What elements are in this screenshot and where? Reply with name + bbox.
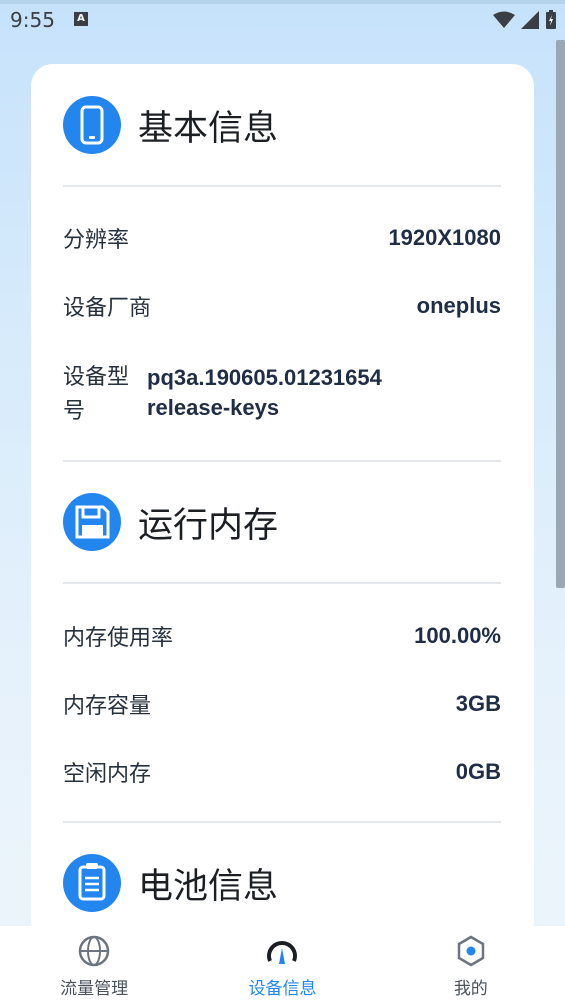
section-battery-header: 电池信息: [63, 854, 278, 912]
manufacturer-row: 设备厂商 oneplus: [63, 290, 501, 322]
manufacturer-value: oneplus: [416, 293, 501, 318]
resolution-row: 分辨率 1920X1080: [63, 222, 501, 254]
section-title: 电池信息: [138, 866, 279, 907]
memory-usage-row: 内存使用率 100.00%: [63, 620, 501, 652]
nav-label-mine: 我的: [453, 979, 488, 999]
divider: [63, 185, 501, 187]
memory-free-value: 0GB: [455, 759, 501, 784]
memory-icon: [63, 493, 121, 551]
divider: [63, 582, 501, 584]
section-memory-header: 运行内存: [63, 493, 278, 551]
model-label: 设备型号: [63, 365, 130, 424]
status-icons: [493, 10, 557, 30]
resolution-value: 1920X1080: [388, 225, 501, 250]
settings-icon: [457, 935, 485, 967]
battery-icon: [546, 10, 556, 29]
nav-item-mine[interactable]: 我的: [377, 926, 565, 1004]
manufacturer-label: 设备厂商: [63, 296, 152, 321]
cell-signal-icon: [521, 11, 539, 29]
globe-icon: [78, 935, 110, 967]
memory-capacity-label: 内存容量: [63, 694, 152, 719]
section-basic-info-header: 基本信息: [63, 96, 278, 154]
section-title: 基本信息: [138, 108, 279, 149]
model-value: pq3a.190605.01231654 release-keys: [147, 365, 382, 420]
divider: [63, 821, 501, 823]
resolution-label: 分辨率: [63, 228, 130, 253]
status-time: 9:55: [10, 8, 55, 32]
device-info-card: 基本信息 分辨率 1920X1080 设备厂商 oneplus 设备型号 pq3…: [31, 64, 534, 944]
status-bar: 9:55 A: [0, 4, 565, 34]
nav-item-device-info[interactable]: 设备信息: [188, 926, 376, 1004]
bottom-nav: 流量管理 设备信息 我的: [0, 926, 565, 1004]
memory-capacity-value: 3GB: [455, 691, 501, 716]
memory-free-label: 空闲内存: [63, 762, 152, 787]
nav-label-device-info: 设备信息: [248, 979, 317, 999]
memory-free-row: 空闲内存 0GB: [63, 756, 501, 788]
memory-usage-value: 100.00%: [414, 623, 501, 648]
wifi-icon: [493, 11, 515, 28]
phone-icon: [63, 96, 121, 154]
section-title: 运行内存: [138, 505, 279, 546]
memory-capacity-row: 内存容量 3GB: [63, 688, 501, 720]
scrollbar[interactable]: [556, 40, 565, 588]
notification-a-icon: A: [74, 12, 88, 26]
nav-label-traffic: 流量管理: [60, 979, 129, 999]
memory-usage-label: 内存使用率: [63, 626, 174, 651]
divider: [63, 460, 501, 462]
nav-item-traffic[interactable]: 流量管理: [0, 926, 188, 1004]
clipboard-icon: [63, 854, 121, 912]
gauge-icon: [267, 941, 298, 964]
